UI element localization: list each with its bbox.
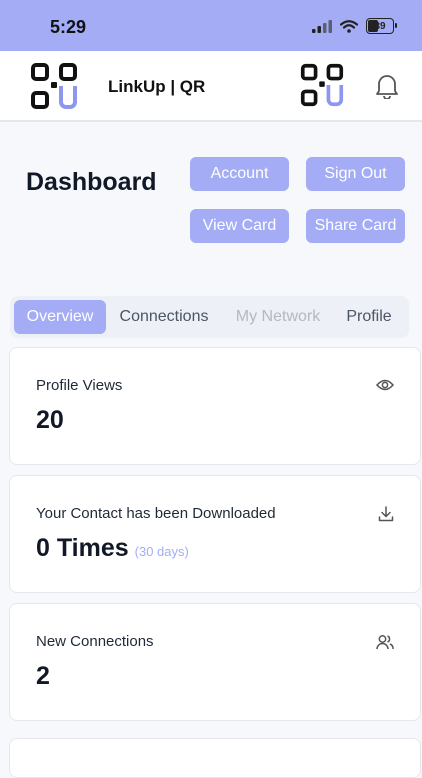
card-value: 20 <box>36 406 64 434</box>
card-value: 0 Times (30 days) <box>36 534 189 563</box>
view-card-button[interactable]: View Card <box>190 209 289 243</box>
card-label: Profile Views <box>36 377 123 394</box>
tab-connections[interactable]: Connections <box>114 300 214 334</box>
app-header: LinkUp | QR <box>0 51 422 122</box>
wifi-icon <box>340 19 358 33</box>
app-title: LinkUp | QR <box>108 77 206 96</box>
signal-icon <box>312 19 332 33</box>
bell-icon[interactable] <box>375 73 399 104</box>
next-card <box>9 738 421 778</box>
page-title: Dashboard <box>26 168 157 196</box>
battery-icon: 39 <box>366 18 397 34</box>
status-icons: 39 <box>312 18 397 34</box>
battery-level: 39 <box>374 20 386 32</box>
downloads-count: 0 Times <box>36 534 129 562</box>
downloads-period: (30 days) <box>134 544 189 559</box>
card-value: 2 <box>36 662 50 690</box>
tab-overview[interactable]: Overview <box>14 300 106 334</box>
eye-icon <box>376 379 394 391</box>
card-label: Your Contact has been Downloaded <box>36 505 276 522</box>
tab-bar: Overview Connections My Network Profile <box>10 296 409 338</box>
share-card-button[interactable]: Share Card <box>306 209 405 243</box>
users-icon <box>376 635 394 650</box>
account-button[interactable]: Account <box>190 157 289 191</box>
new-connections-card: New Connections 2 <box>9 603 421 721</box>
qr-logo-icon[interactable] <box>30 62 78 115</box>
contact-downloads-card: Your Contact has been Downloaded 0 Times… <box>9 475 421 593</box>
status-bar: 5:29 39 <box>0 0 422 51</box>
profile-views-card: Profile Views 20 <box>9 347 421 465</box>
card-label: New Connections <box>36 633 154 650</box>
status-time: 5:29 <box>50 17 87 37</box>
tab-profile[interactable]: Profile <box>340 300 398 334</box>
sign-out-button[interactable]: Sign Out <box>306 157 405 191</box>
download-icon <box>378 506 394 522</box>
tab-my-network[interactable]: My Network <box>228 300 328 334</box>
qr-code-icon[interactable] <box>300 63 344 112</box>
